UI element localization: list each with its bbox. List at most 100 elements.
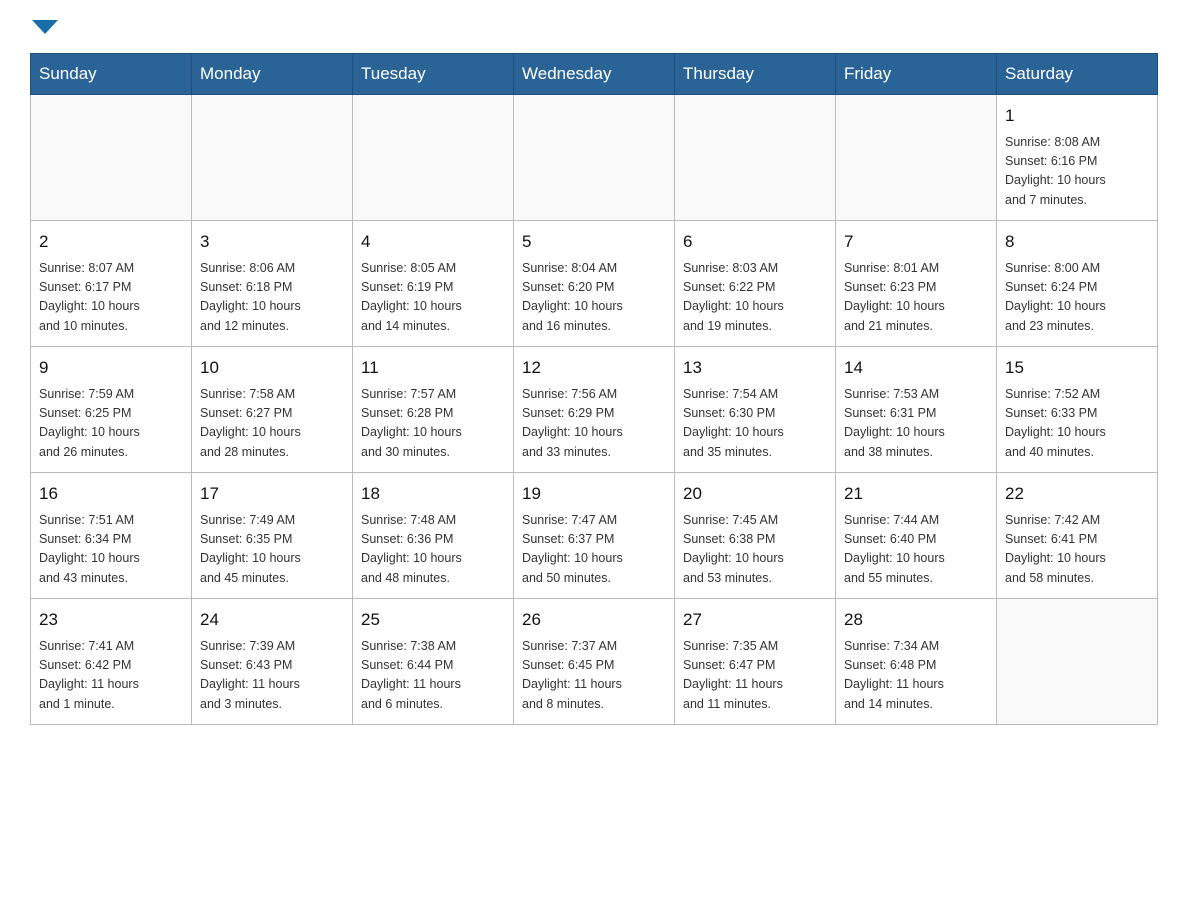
- calendar-header-row: SundayMondayTuesdayWednesdayThursdayFrid…: [31, 54, 1158, 95]
- day-number: 28: [844, 607, 988, 633]
- calendar-day-cell: 7 Sunrise: 8:01 AMSunset: 6:23 PMDaylight…: [836, 221, 997, 347]
- calendar-day-cell: 27 Sunrise: 7:35 AMSunset: 6:47 PMDayligh…: [675, 599, 836, 725]
- day-number: 7: [844, 229, 988, 255]
- day-info: Sunrise: 8:07 AMSunset: 6:17 PMDaylight:…: [39, 259, 183, 337]
- calendar-week-row: 23 Sunrise: 7:41 AMSunset: 6:42 PMDayligh…: [31, 599, 1158, 725]
- calendar-table: SundayMondayTuesdayWednesdayThursdayFrid…: [30, 53, 1158, 725]
- day-number: 21: [844, 481, 988, 507]
- calendar-day-cell: 18 Sunrise: 7:48 AMSunset: 6:36 PMDayligh…: [353, 473, 514, 599]
- calendar-day-cell: [675, 95, 836, 221]
- day-number: 1: [1005, 103, 1149, 129]
- calendar-day-cell: [997, 599, 1158, 725]
- day-info: Sunrise: 7:59 AMSunset: 6:25 PMDaylight:…: [39, 385, 183, 463]
- day-info: Sunrise: 7:44 AMSunset: 6:40 PMDaylight:…: [844, 511, 988, 589]
- day-number: 15: [1005, 355, 1149, 381]
- calendar-day-cell: 20Sunrise: 7:45 AMSunset: 6:38 PMDayligh…: [675, 473, 836, 599]
- day-number: 9: [39, 355, 183, 381]
- calendar-day-cell: 28 Sunrise: 7:34 AMSunset: 6:48 PMDayligh…: [836, 599, 997, 725]
- calendar-day-cell: 13 Sunrise: 7:54 AMSunset: 6:30 PMDayligh…: [675, 347, 836, 473]
- calendar-day-cell: 9 Sunrise: 7:59 AMSunset: 6:25 PMDaylight…: [31, 347, 192, 473]
- calendar-day-cell: [192, 95, 353, 221]
- day-number: 25: [361, 607, 505, 633]
- calendar-day-cell: 10 Sunrise: 7:58 AMSunset: 6:27 PMDayligh…: [192, 347, 353, 473]
- calendar-day-cell: 19 Sunrise: 7:47 AMSunset: 6:37 PMDayligh…: [514, 473, 675, 599]
- day-number: 13: [683, 355, 827, 381]
- calendar-day-cell: 23 Sunrise: 7:41 AMSunset: 6:42 PMDayligh…: [31, 599, 192, 725]
- day-header-friday: Friday: [836, 54, 997, 95]
- day-number: 11: [361, 355, 505, 381]
- day-number: 2: [39, 229, 183, 255]
- calendar-day-cell: 21 Sunrise: 7:44 AMSunset: 6:40 PMDayligh…: [836, 473, 997, 599]
- day-info: Sunrise: 7:49 AMSunset: 6:35 PMDaylight:…: [200, 511, 344, 589]
- calendar-day-cell: 24Sunrise: 7:39 AMSunset: 6:43 PMDayligh…: [192, 599, 353, 725]
- day-number: 19: [522, 481, 666, 507]
- day-header-monday: Monday: [192, 54, 353, 95]
- day-info: Sunrise: 7:47 AMSunset: 6:37 PMDaylight:…: [522, 511, 666, 589]
- calendar-day-cell: 4Sunrise: 8:05 AMSunset: 6:19 PMDaylight…: [353, 221, 514, 347]
- calendar-day-cell: 17 Sunrise: 7:49 AMSunset: 6:35 PMDayligh…: [192, 473, 353, 599]
- logo: [30, 20, 58, 33]
- day-number: 10: [200, 355, 344, 381]
- day-info: Sunrise: 8:08 AMSunset: 6:16 PMDaylight:…: [1005, 133, 1149, 211]
- day-header-wednesday: Wednesday: [514, 54, 675, 95]
- day-info: Sunrise: 7:45 AMSunset: 6:38 PMDaylight:…: [683, 511, 827, 589]
- calendar-day-cell: 22 Sunrise: 7:42 AMSunset: 6:41 PMDayligh…: [997, 473, 1158, 599]
- calendar-day-cell: 1 Sunrise: 8:08 AMSunset: 6:16 PMDaylight…: [997, 95, 1158, 221]
- day-info: Sunrise: 8:06 AMSunset: 6:18 PMDaylight:…: [200, 259, 344, 337]
- calendar-day-cell: [514, 95, 675, 221]
- calendar-day-cell: 8Sunrise: 8:00 AMSunset: 6:24 PMDaylight…: [997, 221, 1158, 347]
- day-header-sunday: Sunday: [31, 54, 192, 95]
- day-number: 23: [39, 607, 183, 633]
- day-number: 6: [683, 229, 827, 255]
- calendar-day-cell: 2 Sunrise: 8:07 AMSunset: 6:17 PMDaylight…: [31, 221, 192, 347]
- calendar-day-cell: 14Sunrise: 7:53 AMSunset: 6:31 PMDayligh…: [836, 347, 997, 473]
- day-number: 17: [200, 481, 344, 507]
- calendar-day-cell: [353, 95, 514, 221]
- day-info: Sunrise: 7:41 AMSunset: 6:42 PMDaylight:…: [39, 637, 183, 715]
- day-number: 27: [683, 607, 827, 633]
- calendar-day-cell: 15 Sunrise: 7:52 AMSunset: 6:33 PMDayligh…: [997, 347, 1158, 473]
- calendar-week-row: 1 Sunrise: 8:08 AMSunset: 6:16 PMDaylight…: [31, 95, 1158, 221]
- day-info: Sunrise: 7:38 AMSunset: 6:44 PMDaylight:…: [361, 637, 505, 715]
- day-number: 16: [39, 481, 183, 507]
- day-number: 26: [522, 607, 666, 633]
- day-number: 4: [361, 229, 505, 255]
- day-info: Sunrise: 8:03 AMSunset: 6:22 PMDaylight:…: [683, 259, 827, 337]
- day-info: Sunrise: 7:54 AMSunset: 6:30 PMDaylight:…: [683, 385, 827, 463]
- day-info: Sunrise: 7:37 AMSunset: 6:45 PMDaylight:…: [522, 637, 666, 715]
- day-info: Sunrise: 8:01 AMSunset: 6:23 PMDaylight:…: [844, 259, 988, 337]
- day-info: Sunrise: 7:56 AMSunset: 6:29 PMDaylight:…: [522, 385, 666, 463]
- day-number: 5: [522, 229, 666, 255]
- day-info: Sunrise: 7:57 AMSunset: 6:28 PMDaylight:…: [361, 385, 505, 463]
- day-info: Sunrise: 8:04 AMSunset: 6:20 PMDaylight:…: [522, 259, 666, 337]
- day-info: Sunrise: 7:58 AMSunset: 6:27 PMDaylight:…: [200, 385, 344, 463]
- calendar-day-cell: 3 Sunrise: 8:06 AMSunset: 6:18 PMDaylight…: [192, 221, 353, 347]
- day-info: Sunrise: 8:00 AMSunset: 6:24 PMDaylight:…: [1005, 259, 1149, 337]
- day-info: Sunrise: 7:52 AMSunset: 6:33 PMDaylight:…: [1005, 385, 1149, 463]
- calendar-day-cell: [31, 95, 192, 221]
- day-header-thursday: Thursday: [675, 54, 836, 95]
- calendar-day-cell: 6 Sunrise: 8:03 AMSunset: 6:22 PMDaylight…: [675, 221, 836, 347]
- calendar-week-row: 9 Sunrise: 7:59 AMSunset: 6:25 PMDaylight…: [31, 347, 1158, 473]
- day-header-tuesday: Tuesday: [353, 54, 514, 95]
- calendar-day-cell: 12 Sunrise: 7:56 AMSunset: 6:29 PMDayligh…: [514, 347, 675, 473]
- day-info: Sunrise: 7:35 AMSunset: 6:47 PMDaylight:…: [683, 637, 827, 715]
- day-info: Sunrise: 7:51 AMSunset: 6:34 PMDaylight:…: [39, 511, 183, 589]
- day-number: 3: [200, 229, 344, 255]
- day-number: 18: [361, 481, 505, 507]
- day-info: Sunrise: 7:48 AMSunset: 6:36 PMDaylight:…: [361, 511, 505, 589]
- day-number: 12: [522, 355, 666, 381]
- calendar-day-cell: 11 Sunrise: 7:57 AMSunset: 6:28 PMDayligh…: [353, 347, 514, 473]
- day-number: 22: [1005, 481, 1149, 507]
- calendar-week-row: 2 Sunrise: 8:07 AMSunset: 6:17 PMDaylight…: [31, 221, 1158, 347]
- calendar-day-cell: 26 Sunrise: 7:37 AMSunset: 6:45 PMDayligh…: [514, 599, 675, 725]
- calendar-day-cell: 25 Sunrise: 7:38 AMSunset: 6:44 PMDayligh…: [353, 599, 514, 725]
- calendar-day-cell: [836, 95, 997, 221]
- page-header: [30, 20, 1158, 33]
- day-info: Sunrise: 7:42 AMSunset: 6:41 PMDaylight:…: [1005, 511, 1149, 589]
- day-info: Sunrise: 7:39 AMSunset: 6:43 PMDaylight:…: [200, 637, 344, 715]
- calendar-week-row: 16 Sunrise: 7:51 AMSunset: 6:34 PMDayligh…: [31, 473, 1158, 599]
- day-info: Sunrise: 7:34 AMSunset: 6:48 PMDaylight:…: [844, 637, 988, 715]
- day-header-saturday: Saturday: [997, 54, 1158, 95]
- day-info: Sunrise: 7:53 AMSunset: 6:31 PMDaylight:…: [844, 385, 988, 463]
